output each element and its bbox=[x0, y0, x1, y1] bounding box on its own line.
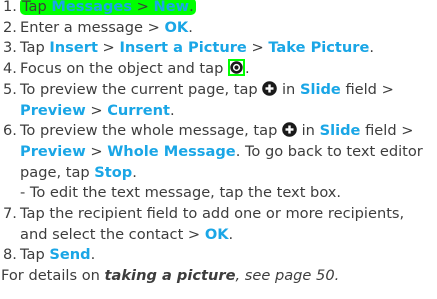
step-number: 8. bbox=[3, 246, 17, 264]
punctuation: . bbox=[90, 246, 96, 264]
punctuation: . bbox=[132, 163, 137, 181]
step-text: field > bbox=[340, 80, 394, 98]
plus-circle-icon bbox=[262, 81, 278, 96]
separator: > bbox=[97, 39, 120, 57]
keyword-slide: Slide bbox=[299, 80, 341, 98]
step-text: field > bbox=[360, 122, 414, 140]
keyword-insert: Insert bbox=[49, 39, 98, 57]
plus-circle-icon bbox=[282, 122, 297, 138]
keyword-insert-a-picture: Insert a Picture bbox=[119, 39, 247, 57]
step-number: 2. bbox=[3, 18, 17, 36]
separator: > bbox=[85, 142, 108, 160]
footer-note: For details on taking a picture, see pag… bbox=[0, 266, 437, 287]
step-3: 3. Tap Insert > Insert a Picture > Take … bbox=[0, 38, 433, 59]
footer-emphasis: taking a picture bbox=[104, 267, 236, 285]
footer-text: For details on bbox=[1, 267, 105, 285]
punctuation: . bbox=[169, 101, 175, 119]
step-text: in bbox=[296, 122, 320, 140]
camera-shutter-icon bbox=[228, 59, 245, 77]
keyword-send: Send bbox=[49, 246, 91, 264]
step-6: 6. To preview the whole message, tap in … bbox=[0, 121, 433, 204]
step-number: 7. bbox=[3, 205, 17, 223]
separator: > bbox=[132, 0, 154, 15]
footer-page-reference: , see page 50. bbox=[235, 267, 340, 285]
keyword-stop: Stop bbox=[94, 163, 133, 181]
steps-list: 1. Tap Messages > New. 2. Enter a messag… bbox=[0, 0, 437, 266]
punctuation: . bbox=[245, 60, 250, 78]
step-text: Tap bbox=[20, 246, 50, 264]
punctuation: . bbox=[369, 39, 375, 57]
punctuation: . bbox=[189, 0, 194, 15]
step-5: 5. To preview the current page, tap in S… bbox=[0, 80, 433, 121]
step-text: Tap bbox=[20, 39, 50, 57]
instructions-document: 1. Tap Messages > New. 2. Enter a messag… bbox=[0, 0, 437, 287]
step-number: 6. bbox=[3, 122, 17, 140]
step-2: 2. Enter a message > OK. bbox=[0, 18, 433, 39]
keyword-new: New bbox=[153, 0, 190, 15]
step-number: 1. bbox=[3, 0, 17, 15]
keyword-take-picture: Take Picture bbox=[268, 39, 370, 57]
step-text: Focus on the object and tap bbox=[20, 60, 228, 78]
step-number: 5. bbox=[3, 80, 17, 98]
step-7: 7. Tap the recipient field to add one or… bbox=[0, 204, 433, 245]
step-text: in bbox=[277, 80, 300, 98]
punctuation: . bbox=[228, 225, 234, 243]
step-8: 8. Tap Send. bbox=[0, 245, 433, 266]
keyword-preview: Preview bbox=[20, 142, 86, 160]
step-1: 1. Tap Messages > New. bbox=[0, 0, 433, 18]
punctuation: . bbox=[188, 18, 193, 36]
step-4: 4. Focus on the object and tap . bbox=[0, 59, 433, 80]
step-number: 3. bbox=[3, 39, 17, 57]
separator: > bbox=[246, 39, 269, 57]
step-text: Enter a message > bbox=[20, 18, 165, 36]
step-text: Tap bbox=[22, 0, 52, 15]
keyword-slide: Slide bbox=[319, 122, 361, 140]
keyword-messages: Messages bbox=[51, 0, 133, 15]
separator: > bbox=[85, 101, 108, 119]
keyword-current: Current bbox=[107, 101, 170, 119]
keyword-ok: OK bbox=[204, 225, 229, 243]
step-number: 4. bbox=[3, 60, 17, 78]
keyword-ok: OK bbox=[164, 18, 189, 36]
step-subnote: - To edit the text message, tap the text… bbox=[20, 184, 342, 202]
step-text: To preview the whole message, tap bbox=[20, 122, 282, 140]
keyword-preview: Preview bbox=[20, 101, 86, 119]
highlight-step-1: Tap Messages > New. bbox=[20, 0, 196, 15]
keyword-whole-message: Whole Message bbox=[107, 142, 236, 160]
step-text: To preview the current page, tap bbox=[20, 80, 263, 98]
